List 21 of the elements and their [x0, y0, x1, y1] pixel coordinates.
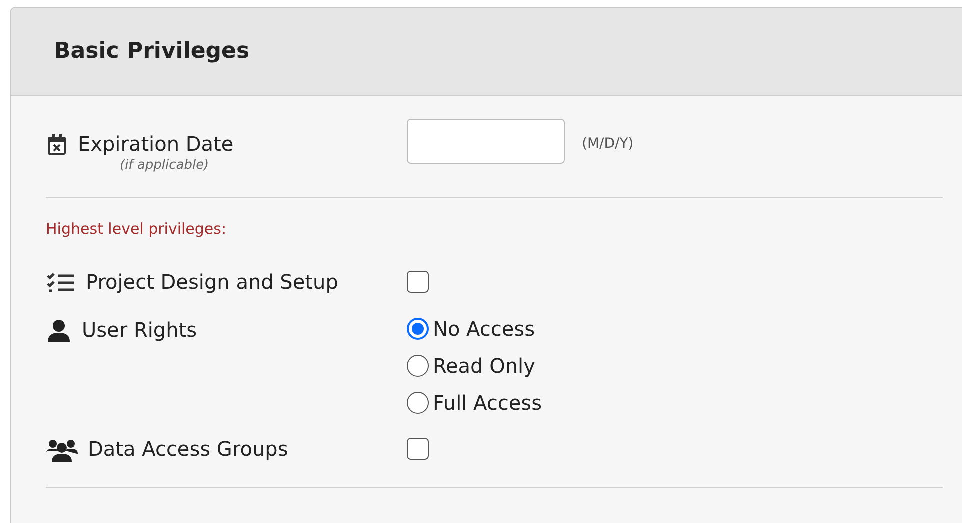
checklist-icon — [46, 271, 76, 295]
privilege-label: Project Design and Setup — [86, 269, 338, 296]
radio-button[interactable] — [407, 354, 429, 376]
radio-button[interactable] — [407, 318, 429, 340]
radio-button[interactable] — [407, 392, 429, 414]
calendar-icon — [46, 133, 68, 157]
date-format-hint: (M/D/Y) — [582, 135, 634, 154]
privilege-label: User Rights — [82, 317, 198, 344]
field-note: (if applicable) — [120, 158, 210, 173]
privilege-label: Data Access Groups — [88, 436, 288, 463]
radio-label: Read Only — [433, 354, 536, 378]
radio-label: No Access — [433, 316, 536, 340]
group-icon — [46, 438, 78, 462]
date-input[interactable] — [407, 119, 565, 164]
checkbox[interactable] — [407, 271, 429, 293]
section-label: Highest level privileges: — [46, 220, 228, 238]
user-icon — [46, 319, 72, 343]
field-label: Expiration Date — [78, 132, 234, 156]
radio-label: Full Access — [433, 390, 542, 414]
panel-title: Basic Privileges — [54, 39, 250, 64]
checkbox[interactable] — [407, 438, 429, 460]
